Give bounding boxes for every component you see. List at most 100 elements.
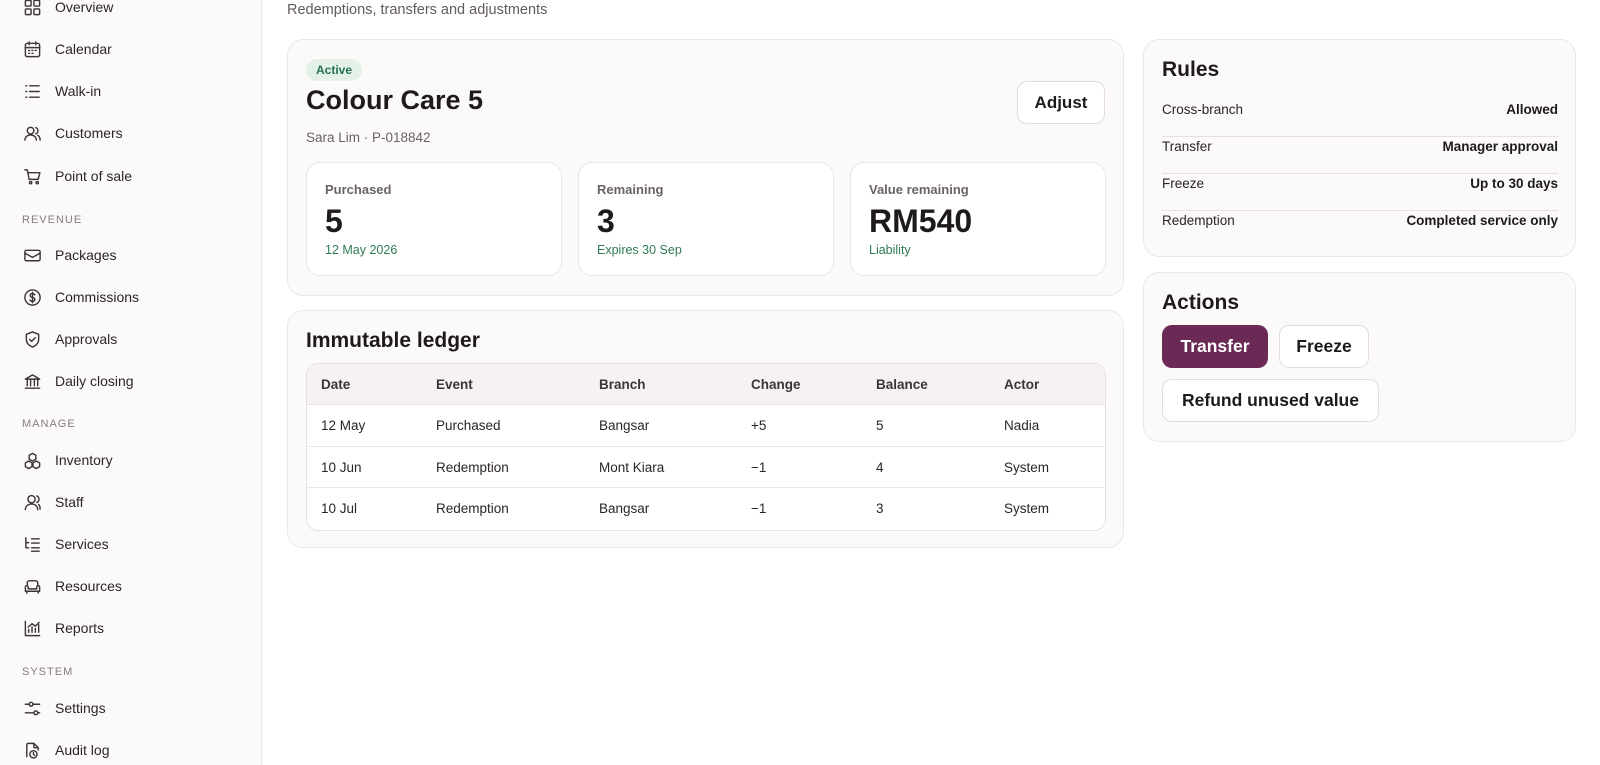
ledger-table: Date Event Branch Change Balance Actor 1…	[306, 363, 1106, 531]
sidebar-item-label: Services	[55, 536, 109, 552]
column-header-actor: Actor	[1004, 377, 1040, 392]
sidebar-item-services[interactable]: Services	[22, 529, 109, 559]
refund-unused-value-button[interactable]: Refund unused value	[1162, 379, 1379, 422]
column-header-date: Date	[321, 377, 351, 392]
stat-note: 12 May 2026	[325, 243, 398, 257]
stat-purchased: Purchased 5 12 May 2026	[306, 162, 562, 276]
status-badge: Active	[306, 59, 363, 81]
sidebar-item-calendar[interactable]: Calendar	[22, 34, 112, 64]
sidebar-item-reports[interactable]: Reports	[22, 613, 104, 643]
stat-note: Liability	[869, 243, 911, 257]
bank-icon	[22, 371, 42, 391]
sidebar: Overview Calendar Walk-in Customers Poin…	[0, 0, 262, 765]
rule-row: Freeze Up to 30 days	[1162, 174, 1558, 211]
calendar-icon	[22, 39, 42, 59]
sidebar-item-daily-closing[interactable]: Daily closing	[22, 366, 134, 396]
chart-icon	[22, 618, 42, 638]
sidebar-item-settings[interactable]: Settings	[22, 693, 106, 723]
column-header-branch: Branch	[599, 377, 646, 392]
sidebar-item-label: Point of sale	[55, 168, 133, 184]
sidebar-item-label: Packages	[55, 247, 117, 263]
cell-event: Redemption	[436, 459, 509, 475]
dollar-circle-icon	[22, 287, 42, 307]
table-row: 10 Jun Redemption Mont Kiara −1 4 System	[307, 447, 1105, 488]
sidebar-item-customers[interactable]: Customers	[22, 118, 123, 148]
sidebar-item-label: Commissions	[55, 289, 140, 305]
sidebar-item-point-of-sale[interactable]: Point of sale	[22, 161, 132, 191]
stat-value-remaining: Value remaining RM540 Liability	[850, 162, 1106, 276]
sidebar-item-resources[interactable]: Resources	[22, 571, 122, 601]
cell-branch: Bangsar	[599, 501, 650, 516]
sidebar-item-overview[interactable]: Overview	[22, 0, 113, 22]
sidebar-item-label: Daily closing	[55, 373, 134, 389]
column-header-balance: Balance	[876, 377, 928, 392]
sidebar-item-label: Settings	[55, 700, 106, 716]
cart-icon	[22, 166, 42, 186]
cell-date: 12 May	[321, 418, 366, 433]
sidebar-item-label: Inventory	[55, 452, 113, 468]
rule-key: Redemption	[1162, 213, 1235, 228]
column-header-change: Change	[751, 377, 801, 392]
section-label-manage: MANAGE	[22, 418, 76, 430]
sidebar-item-label: Approvals	[55, 331, 118, 347]
rule-key: Freeze	[1162, 176, 1205, 191]
sliders-icon	[22, 698, 42, 718]
cell-balance: 4	[876, 459, 884, 475]
cell-date: 10 Jul	[321, 501, 358, 516]
sidebar-item-audit-log[interactable]: Audit log	[22, 735, 109, 765]
stat-value: RM540	[869, 203, 973, 239]
list-icon	[22, 81, 42, 101]
rule-row: Cross-branch Allowed	[1162, 100, 1558, 137]
sidebar-item-label: Customers	[55, 125, 123, 141]
rule-value: Up to 30 days	[1470, 176, 1558, 191]
column-header-event: Event	[436, 377, 473, 392]
cell-change: −1	[751, 501, 767, 516]
sidebar-item-label: Overview	[55, 0, 114, 15]
sidebar-item-label: Resources	[55, 578, 122, 594]
package-customer: Sara Lim · P-018842	[306, 130, 431, 145]
stat-note: Expires 30 Sep	[597, 243, 682, 257]
rule-row: Redemption Completed service only	[1162, 211, 1558, 248]
transfer-button[interactable]: Transfer	[1162, 325, 1268, 368]
table-row: 10 Jul Redemption Bangsar −1 3 System	[307, 488, 1105, 530]
list-tree-icon	[22, 534, 42, 554]
table-header: Date Event Branch Change Balance Actor	[307, 364, 1105, 405]
ledger-title: Immutable ledger	[306, 329, 480, 352]
sidebar-item-commissions[interactable]: Commissions	[22, 282, 139, 312]
sidebar-item-label: Walk-in	[55, 83, 102, 99]
cell-actor: System	[1004, 459, 1050, 475]
sofa-icon	[22, 576, 42, 596]
rule-key: Transfer	[1162, 139, 1212, 154]
sidebar-item-label: Audit log	[55, 742, 110, 758]
sidebar-item-inventory[interactable]: Inventory	[22, 445, 113, 475]
shield-check-icon	[22, 329, 42, 349]
sidebar-item-packages[interactable]: Packages	[22, 240, 116, 270]
grid-icon	[22, 0, 42, 17]
boxes-icon	[22, 450, 42, 470]
package-summary-card: Active Colour Care 5 Sara Lim · P-018842…	[287, 39, 1124, 296]
ledger-card: Immutable ledger Date Event Branch Chang…	[287, 310, 1124, 548]
stat-remaining: Remaining 3 Expires 30 Sep	[578, 162, 834, 276]
section-label-system: SYSTEM	[22, 666, 74, 678]
sidebar-item-walk-in[interactable]: Walk-in	[22, 76, 101, 106]
rule-key: Cross-branch	[1162, 102, 1244, 117]
sidebar-item-label: Staff	[55, 494, 84, 510]
rule-row: Transfer Manager approval	[1162, 137, 1558, 174]
adjust-button[interactable]: Adjust	[1017, 81, 1105, 124]
cell-branch: Bangsar	[599, 418, 650, 433]
table-row: 12 May Purchased Bangsar +5 5 Nadia	[307, 405, 1105, 447]
cell-event: Purchased	[436, 418, 501, 433]
sidebar-item-staff[interactable]: Staff	[22, 487, 84, 517]
user-icon	[22, 492, 42, 512]
cell-balance: 5	[876, 418, 884, 433]
actions-title: Actions	[1162, 291, 1240, 314]
stat-label: Value remaining	[869, 182, 969, 197]
file-clock-icon	[22, 740, 42, 760]
cell-balance: 3	[876, 501, 884, 516]
section-label-revenue: REVENUE	[22, 214, 83, 226]
sidebar-item-approvals[interactable]: Approvals	[22, 324, 117, 354]
stat-value: 3	[597, 203, 615, 239]
freeze-button[interactable]: Freeze	[1279, 325, 1369, 368]
sidebar-item-label: Calendar	[55, 41, 112, 57]
rule-value: Manager approval	[1442, 139, 1558, 154]
